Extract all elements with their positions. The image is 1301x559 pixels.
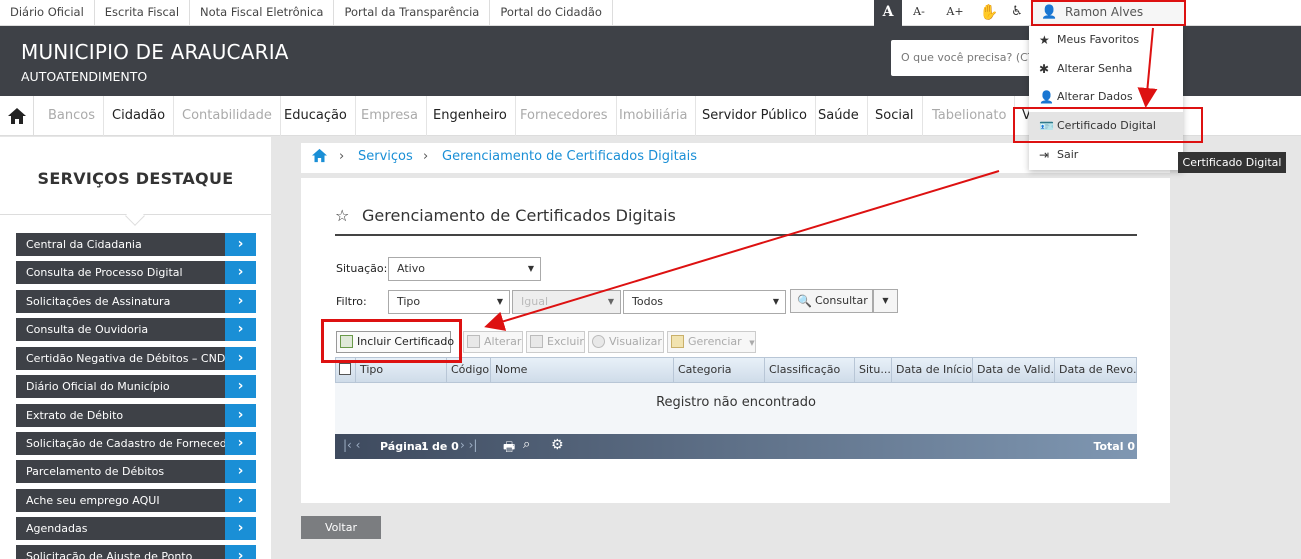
- arrow-to-certificado: [1137, 27, 1158, 108]
- annotation-arrows: [484, 27, 1158, 331]
- arrow-to-incluir: [484, 170, 1000, 331]
